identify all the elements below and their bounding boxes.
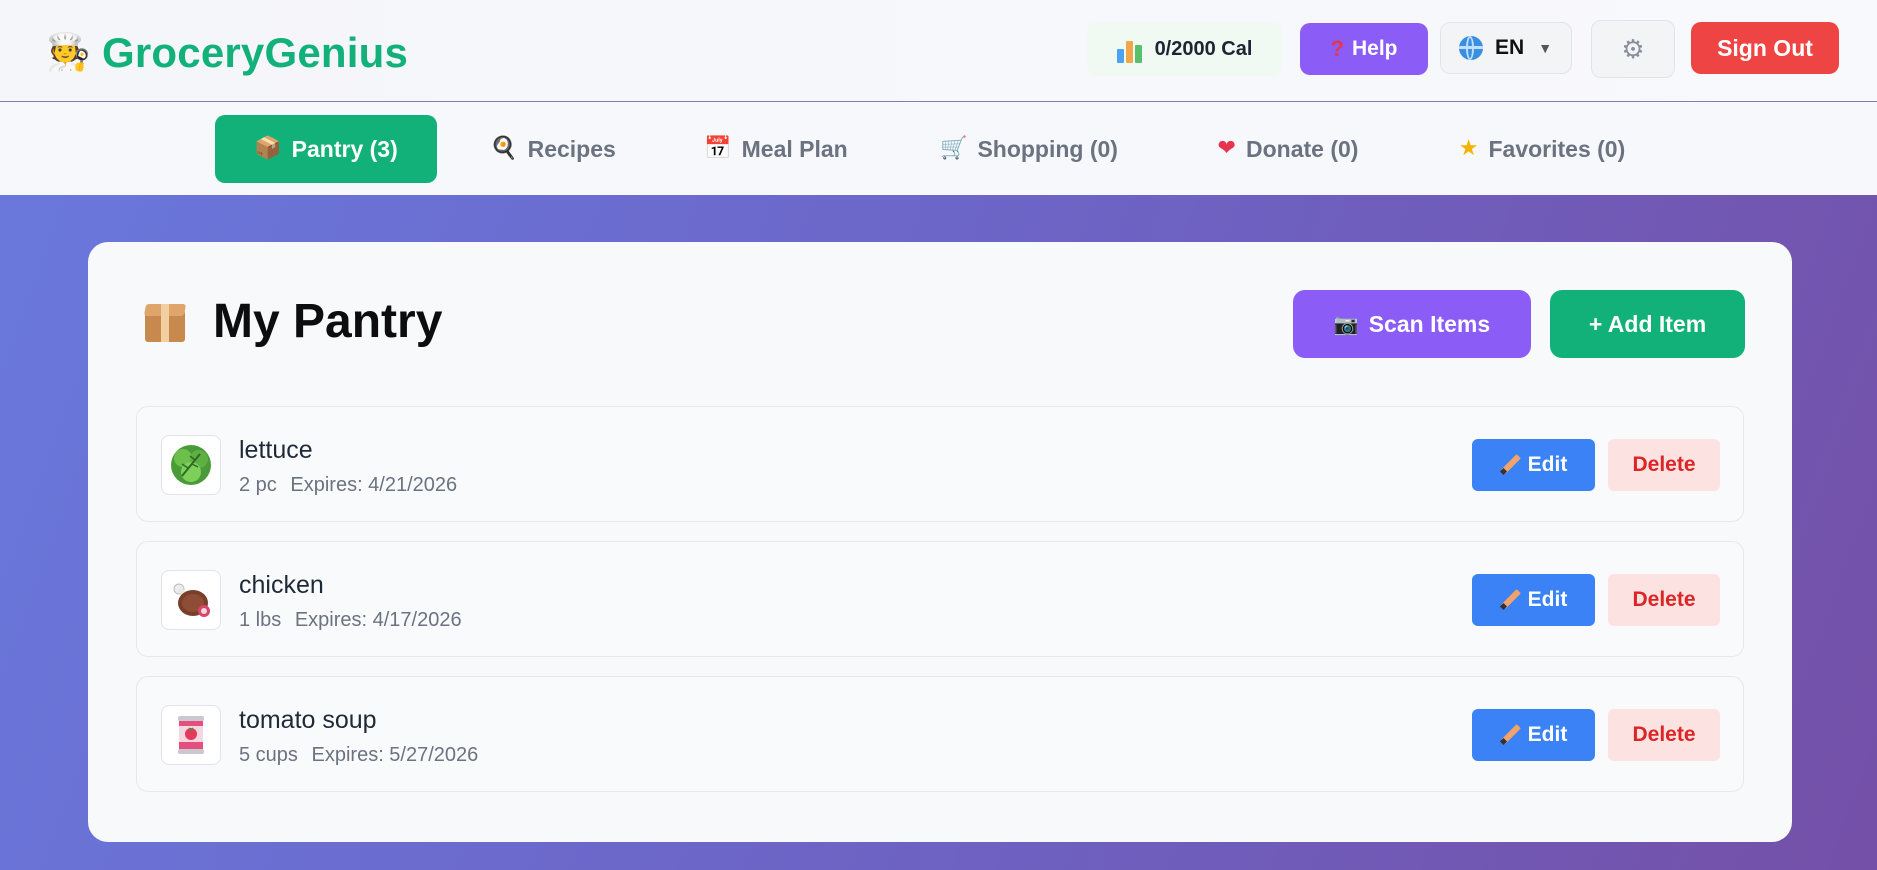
main-tabs: 📦 Pantry (3) 🍳 Recipes 📅 Meal Plan 🛒 Sho… <box>0 102 1877 195</box>
gear-icon: ⚙ <box>1621 33 1645 64</box>
edit-label: Edit <box>1527 723 1568 746</box>
settings-button[interactable]: ⚙ <box>1591 20 1675 78</box>
cart-icon: 🛒 <box>940 136 968 161</box>
tab-favorites-label: Favorites (0) <box>1488 135 1626 162</box>
item-expiry: Expires: 4/17/2026 <box>294 609 462 631</box>
delete-button[interactable]: Delete <box>1608 709 1720 761</box>
language-select[interactable]: EN ▼ <box>1440 22 1572 74</box>
top-header: 🧑‍🍳 GroceryGenius 0/2000 Cal ? Help EN ▼… <box>0 0 1877 102</box>
add-item-button[interactable]: + Add Item <box>1550 290 1745 358</box>
page-title: My Pantry <box>213 295 443 348</box>
edit-button[interactable]: Edit <box>1472 574 1595 626</box>
question-icon: ? <box>1330 36 1344 61</box>
camera-icon: 📷 <box>1333 312 1359 336</box>
tab-donate[interactable]: ❤ Donate (0) <box>1200 115 1376 183</box>
app-logo[interactable]: 🧑‍🍳 GroceryGenius <box>46 28 408 78</box>
edit-label: Edit <box>1527 453 1568 476</box>
delete-button[interactable]: Delete <box>1608 439 1720 491</box>
item-quantity: 5 cups <box>239 744 298 766</box>
calendar-icon: 📅 <box>704 136 732 161</box>
help-button[interactable]: ? Help <box>1300 23 1428 75</box>
item-expiry: Expires: 5/27/2026 <box>311 744 479 766</box>
tab-shopping-label: Shopping (0) <box>977 135 1118 162</box>
globe-icon <box>1459 36 1483 60</box>
pantry-item: lettuce 2 pc Expires: 4/21/2026 Edit Del… <box>136 406 1744 522</box>
pantry-header: My Pantry <box>143 294 442 350</box>
tab-meal-plan[interactable]: 📅 Meal Plan <box>694 115 858 183</box>
help-label: Help <box>1351 37 1398 60</box>
tab-pantry[interactable]: 📦 Pantry (3) <box>215 115 437 183</box>
tab-favorites[interactable]: ★ Favorites (0) <box>1442 115 1642 183</box>
soup-can-icon <box>161 705 221 765</box>
package-icon: 📦 <box>254 136 282 161</box>
pencil-icon <box>1500 725 1520 745</box>
item-name: lettuce <box>239 436 313 464</box>
sign-out-button[interactable]: Sign Out <box>1691 22 1839 74</box>
bar-chart-icon <box>1116 35 1143 63</box>
star-icon: ★ <box>1458 136 1479 161</box>
item-meta: 2 pc Expires: 4/21/2026 <box>239 473 457 497</box>
tab-donate-label: Donate (0) <box>1245 135 1359 162</box>
item-meta: 5 cups Expires: 5/27/2026 <box>239 743 478 767</box>
calorie-text: 0/2000 Cal <box>1154 37 1253 60</box>
pantry-item: chicken 1 lbs Expires: 4/17/2026 Edit De… <box>136 541 1744 657</box>
package-icon <box>143 300 187 344</box>
tab-shopping[interactable]: 🛒 Shopping (0) <box>930 115 1128 183</box>
item-name: chicken <box>239 571 324 599</box>
pantry-panel: My Pantry 📷 Scan Items + Add Item lettuc… <box>88 242 1792 842</box>
caret-down-icon: ▼ <box>1538 40 1553 56</box>
edit-label: Edit <box>1527 588 1568 611</box>
item-expiry: Expires: 4/21/2026 <box>290 474 458 496</box>
item-meta: 1 lbs Expires: 4/17/2026 <box>239 608 462 632</box>
heart-icon: ❤ <box>1217 136 1236 161</box>
scan-items-label: Scan Items <box>1368 310 1491 337</box>
calorie-counter: 0/2000 Cal <box>1087 22 1282 76</box>
lettuce-icon <box>161 435 221 495</box>
pencil-icon <box>1500 455 1520 475</box>
item-quantity: 2 pc <box>239 474 277 496</box>
tab-pantry-label: Pantry (3) <box>291 135 398 162</box>
meat-icon <box>161 570 221 630</box>
chef-icon: 🧑‍🍳 <box>46 32 91 73</box>
edit-button[interactable]: Edit <box>1472 439 1595 491</box>
tab-recipes-label: Recipes <box>527 135 616 162</box>
tab-recipes[interactable]: 🍳 Recipes <box>478 115 628 183</box>
item-quantity: 1 lbs <box>239 609 282 631</box>
app-name: GroceryGenius <box>102 29 409 76</box>
scan-items-button[interactable]: 📷 Scan Items <box>1293 290 1531 358</box>
pantry-item: tomato soup 5 cups Expires: 5/27/2026 Ed… <box>136 676 1744 792</box>
search-pan-icon: 🍳 <box>490 136 518 161</box>
tab-meal-plan-label: Meal Plan <box>741 135 848 162</box>
edit-button[interactable]: Edit <box>1472 709 1595 761</box>
language-value: EN <box>1495 36 1525 59</box>
delete-button[interactable]: Delete <box>1608 574 1720 626</box>
pencil-icon <box>1500 590 1520 610</box>
item-name: tomato soup <box>239 706 377 734</box>
